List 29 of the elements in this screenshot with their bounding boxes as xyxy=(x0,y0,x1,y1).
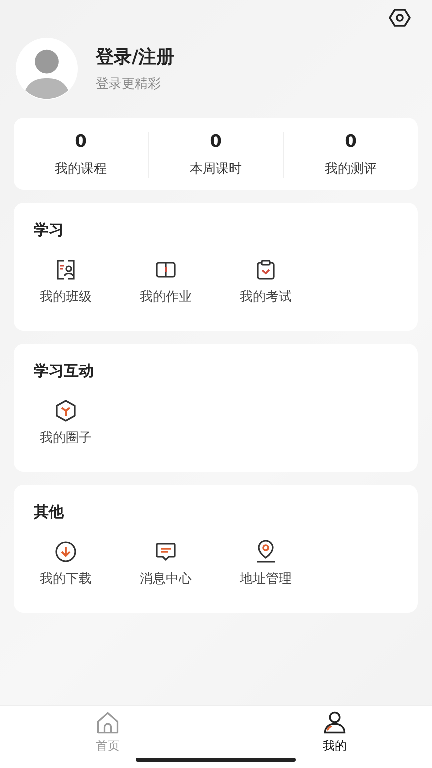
login-register-link[interactable]: 登录/注册 xyxy=(96,45,175,69)
menu-item[interactable]: 我的作业 xyxy=(134,258,198,306)
stat-value: 0 xyxy=(345,132,357,152)
stat-label: 我的课程 xyxy=(55,161,107,178)
stat-value: 0 xyxy=(210,132,222,152)
section-title: 学习 xyxy=(34,221,65,240)
location-pin-icon xyxy=(254,540,278,564)
menu-item[interactable]: 我的下载 xyxy=(34,540,98,588)
stat-value: 0 xyxy=(75,132,87,152)
settings-icon[interactable] xyxy=(388,6,412,30)
menu-item[interactable]: 我的考试 xyxy=(234,258,298,306)
download-icon xyxy=(54,540,78,564)
profile-subtitle: 登录更精彩 xyxy=(96,76,162,93)
clipboard-check-icon xyxy=(254,258,278,282)
person-icon xyxy=(322,710,348,736)
stat-label: 我的测评 xyxy=(325,161,377,178)
hexagon-icon xyxy=(54,399,78,423)
menu-item[interactable]: 我的圈子 xyxy=(34,399,98,447)
menu-item[interactable]: 消息中心 xyxy=(134,540,198,588)
profile-card-icon xyxy=(54,258,78,282)
tab[interactable]: 我的 xyxy=(300,706,370,768)
menu-item[interactable]: 地址管理 xyxy=(234,540,298,588)
home-icon xyxy=(95,710,121,736)
section-title: 学习互动 xyxy=(34,362,95,381)
message-icon xyxy=(154,540,178,564)
menu-item[interactable]: 我的班级 xyxy=(34,258,98,306)
avatar[interactable] xyxy=(16,38,78,100)
section-title: 其他 xyxy=(34,503,65,522)
stat-label: 本周课时 xyxy=(190,161,242,178)
